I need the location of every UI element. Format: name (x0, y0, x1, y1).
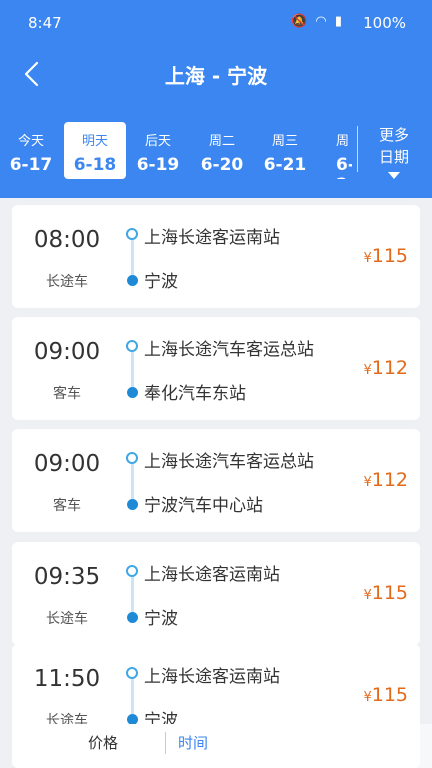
trip-card[interactable]: 09:00 客车 上海长途汽车客运总站 宁波汽车中心站 ¥112 (12, 429, 420, 532)
date-tab-0[interactable]: 今天 6-17 (0, 122, 62, 179)
bus-type: 客车 (53, 386, 81, 402)
status-time: 8:47 (28, 14, 62, 32)
destination-station: 宁波汽车中心站 (144, 496, 263, 516)
ticket-price: ¥115 (363, 684, 408, 706)
date-tab-5[interactable]: 周 6-2 (318, 122, 352, 179)
origin-station: 上海长途客运南站 (144, 667, 280, 687)
bus-type: 长途车 (46, 611, 88, 627)
ticket-price: ¥112 (363, 469, 408, 491)
origin-dot-icon (126, 340, 138, 352)
bus-type: 长途车 (46, 274, 88, 290)
nav-bar: 上海 - 宁波 (0, 48, 432, 100)
origin-station: 上海长途客运南站 (144, 228, 280, 248)
origin-station: 上海长途汽车客运总站 (144, 452, 314, 472)
page-title: 上海 - 宁波 (164, 64, 268, 88)
date-tab-date: 6-20 (200, 155, 244, 175)
route-line (131, 677, 134, 717)
battery-icon: ▮ (334, 14, 344, 29)
tab-divider (357, 126, 358, 172)
origin-dot-icon (126, 228, 138, 240)
price-value: 115 (371, 582, 408, 604)
mute-icon: 🔕 (291, 14, 310, 29)
destination-dot-icon (127, 275, 138, 286)
sort-by-time-button[interactable]: 时间 (178, 732, 208, 753)
destination-station: 奉化汽车东站 (144, 384, 246, 404)
date-tab-weekday: 周二 (208, 134, 235, 149)
currency-symbol: ¥ (363, 251, 372, 266)
date-tab-date: 6-2 (336, 155, 352, 179)
destination-dot-icon (127, 499, 138, 510)
price-value: 115 (371, 245, 408, 267)
ticket-price: ¥115 (363, 245, 408, 267)
date-tab-weekday: 后天 (144, 134, 171, 149)
trip-card[interactable]: 09:00 客车 上海长途汽车客运总站 奉化汽车东站 ¥112 (12, 317, 420, 420)
currency-symbol: ¥ (363, 690, 372, 705)
date-tab-2[interactable]: 后天 6-19 (127, 122, 189, 179)
caret-down-icon (388, 172, 400, 179)
destination-station: 宁波 (144, 609, 178, 629)
battery-level: 100% (363, 14, 406, 32)
sort-by-price-button[interactable]: 价格 (88, 732, 118, 753)
departure-time: 08:00 (33, 227, 101, 253)
wifi-icon: ◠ (315, 14, 329, 29)
sort-bar: 价格 时间 (48, 724, 432, 768)
route-line (131, 238, 134, 278)
date-tab-date: 6-21 (263, 155, 307, 175)
origin-dot-icon (126, 565, 138, 577)
more-dates-label-1: 更多 (378, 126, 409, 144)
date-tab-weekday: 明天 (81, 134, 108, 149)
route-line (131, 350, 134, 390)
departure-time: 09:00 (33, 339, 101, 365)
date-tab-weekday: 今天 (17, 134, 44, 149)
more-dates-button[interactable]: 更多 日期 (362, 124, 426, 179)
route-line (131, 575, 134, 615)
date-tab-4[interactable]: 周三 6-21 (254, 122, 316, 179)
origin-station: 上海长途汽车客运总站 (144, 340, 314, 360)
ticket-price: ¥112 (363, 357, 408, 379)
bus-type: 客车 (53, 498, 81, 514)
date-tab-weekday: 周三 (271, 134, 298, 149)
status-icons: 🔕 ◠ ▮ (291, 14, 344, 29)
origin-dot-icon (126, 667, 138, 679)
price-value: 112 (371, 469, 408, 491)
departure-time: 09:35 (33, 564, 101, 590)
price-value: 115 (371, 684, 408, 706)
date-tab-1[interactable]: 明天 6-18 (64, 122, 126, 179)
date-tab-date: 6-18 (73, 155, 117, 175)
origin-station: 上海长途客运南站 (144, 565, 280, 585)
departure-time: 09:00 (33, 451, 101, 477)
currency-symbol: ¥ (363, 588, 372, 603)
trip-card[interactable]: 08:00 长途车 上海长途客运南站 宁波 ¥115 (12, 205, 420, 308)
status-bar: 8:47 🔕 ◠ ▮ 100% (0, 0, 432, 48)
date-tab-weekday: 周 (336, 134, 350, 149)
route-line (131, 462, 134, 502)
destination-station: 宁波 (144, 272, 178, 292)
departure-time: 11:50 (33, 666, 101, 692)
date-tab-date: 6-17 (9, 155, 53, 175)
ticket-price: ¥115 (363, 582, 408, 604)
destination-dot-icon (127, 612, 138, 623)
sort-divider (165, 732, 166, 754)
origin-dot-icon (126, 452, 138, 464)
date-tab-date: 6-19 (136, 155, 180, 175)
destination-dot-icon (127, 387, 138, 398)
currency-symbol: ¥ (363, 475, 372, 490)
more-dates-label-2: 日期 (378, 148, 409, 166)
currency-symbol: ¥ (363, 363, 372, 378)
trip-card[interactable]: 09:35 长途车 上海长途客运南站 宁波 ¥115 (12, 542, 420, 645)
price-value: 112 (371, 357, 408, 379)
date-tab-3[interactable]: 周二 6-20 (191, 122, 253, 179)
